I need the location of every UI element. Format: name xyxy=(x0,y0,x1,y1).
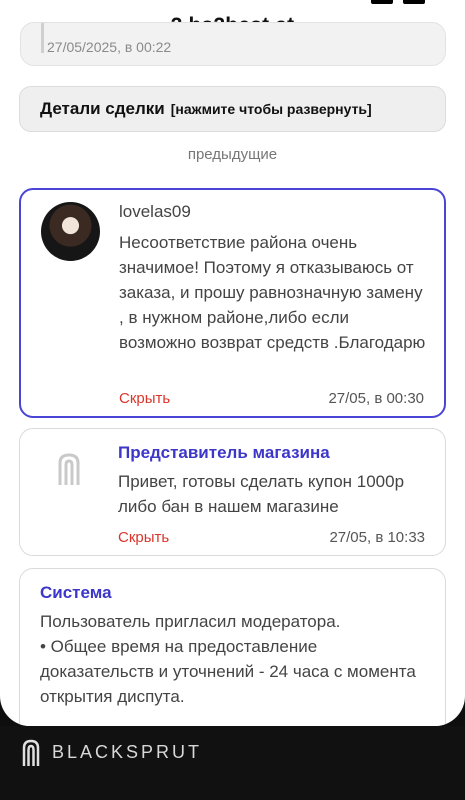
previous-entry-card: 27/05/2025, в 00:22 xyxy=(20,22,446,66)
message-author[interactable]: lovelas09 xyxy=(119,202,191,222)
system-line: • Общее время на предоставление доказате… xyxy=(40,637,416,706)
deal-details-toggle[interactable]: Детали сделки [нажмите чтобы развернуть] xyxy=(19,86,446,132)
message-time: 27/05, в 00:30 xyxy=(328,390,424,407)
system-message-card: Система Пользователь пригласил модератор… xyxy=(19,568,446,726)
chat-screen: 2.bs2best.at 27/05/2025, в 00:22 Детали … xyxy=(0,0,465,726)
footer: BLACKSPRUT xyxy=(0,726,465,800)
system-line: Пользователь пригласил модератора. xyxy=(40,612,341,631)
hide-button[interactable]: Скрыть xyxy=(118,529,169,546)
battery-icon xyxy=(403,0,425,4)
system-title: Система xyxy=(40,583,112,602)
message-text: Несоответствие района очень значимое! По… xyxy=(119,233,426,352)
signal-icon xyxy=(371,0,393,4)
message-card: lovelas09 Несоответствие района очень зн… xyxy=(19,188,446,418)
hide-button[interactable]: Скрыть xyxy=(119,390,170,407)
blacksprut-logo-icon xyxy=(58,453,80,485)
message-time: 27/05, в 10:33 xyxy=(329,529,425,546)
brand-name: BLACKSPRUT xyxy=(52,742,203,762)
avatar xyxy=(41,202,100,261)
message-card: Представитель магазина Привет, готовы сд… xyxy=(19,428,446,556)
system-body: Пользователь пригласил модератора. • Общ… xyxy=(40,609,427,709)
quote-bar xyxy=(41,23,44,53)
status-bar xyxy=(0,0,465,8)
deal-details-title: Детали сделки xyxy=(40,99,165,118)
previous-entry-date: 27/05/2025, в 00:22 xyxy=(47,39,172,55)
previous-messages-link[interactable]: предыдущие xyxy=(0,150,465,164)
deal-details-hint: [нажмите чтобы развернуть] xyxy=(170,101,372,117)
message-author[interactable]: Представитель магазина xyxy=(118,443,330,463)
blacksprut-logo-icon xyxy=(22,739,40,766)
message-text: Привет, готовы сделать купон 1000р либо … xyxy=(118,472,405,516)
status-icons xyxy=(371,0,425,4)
